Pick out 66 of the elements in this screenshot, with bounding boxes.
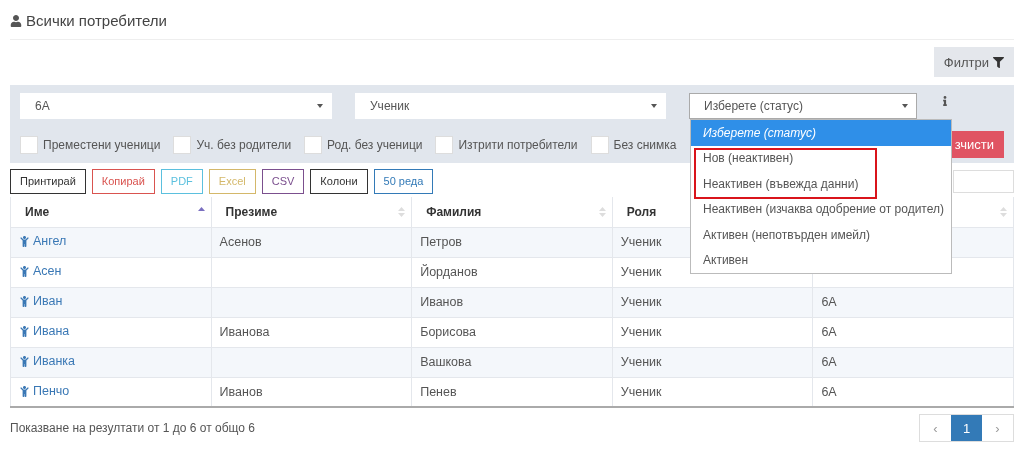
caret-icon	[317, 104, 323, 108]
page-title: Всички потребители	[26, 12, 167, 29]
checkbox-label: Уч. без родители	[196, 137, 292, 152]
checkbox[interactable]	[590, 135, 609, 154]
table-cell: Борисова	[420, 325, 477, 339]
export-button[interactable]: CSV	[261, 168, 305, 194]
child-icon	[19, 295, 30, 307]
table-cell: 6А	[821, 384, 837, 399]
checkbox[interactable]	[435, 135, 454, 154]
checkbox-label: Преместени ученици	[43, 137, 161, 152]
user-link[interactable]: Ангел	[19, 234, 67, 249]
table-cell: Ученик	[620, 295, 662, 309]
table-cell: Асенов	[219, 235, 262, 249]
child-icon	[19, 355, 30, 367]
child-icon	[19, 385, 30, 397]
user-icon	[10, 14, 22, 27]
table-cell: Иванова	[219, 325, 270, 339]
column-header[interactable]: Роля	[626, 204, 657, 219]
user-link[interactable]: Иван	[19, 294, 63, 309]
table-cell: 6А	[821, 295, 837, 309]
caret-icon	[902, 104, 908, 108]
table-cell: Иванов	[420, 295, 464, 309]
checkbox[interactable]	[173, 135, 192, 154]
checkbox-label: Без снимка	[613, 137, 677, 152]
table-cell: Ученик	[620, 235, 662, 249]
checkbox-label: Род. без ученици	[327, 137, 423, 152]
filters-button[interactable]: Филтри	[933, 47, 1014, 77]
table-cell: 6А	[821, 355, 837, 369]
child-icon	[19, 265, 30, 277]
table-cell: Йорданов	[420, 265, 478, 279]
user-link[interactable]: Ивана	[19, 324, 70, 339]
export-button[interactable]: Принтирай	[10, 168, 86, 194]
dropdown-option[interactable]: Изберете (статус)	[691, 120, 951, 146]
column-header[interactable]: Презиме	[225, 204, 278, 219]
column-header[interactable]: Име	[25, 204, 50, 219]
info-icon[interactable]	[940, 96, 950, 106]
results-summary: Показване на резултати от 1 до 6 от общо 6	[10, 421, 255, 435]
checkbox[interactable]	[20, 135, 38, 154]
child-icon	[19, 325, 30, 337]
checkbox-label: Изтрити потребители	[458, 137, 578, 152]
select-field[interactable]: Изберете (статус)	[689, 93, 917, 119]
table-cell: Ученик	[620, 265, 662, 279]
user-link[interactable]: Пенчо	[19, 384, 70, 398]
table-cell: Ученик	[620, 355, 662, 369]
user-link[interactable]: Асен	[19, 264, 62, 279]
table-cell: 6А	[821, 325, 837, 339]
export-button[interactable]: Колони	[310, 168, 368, 194]
clear-button[interactable]: зчисти	[950, 131, 1004, 158]
column-header[interactable]: Фамилия	[426, 204, 482, 219]
search-field[interactable]	[953, 169, 1014, 193]
export-button[interactable]: 50 реда	[373, 168, 434, 194]
select-field[interactable]: 6А	[20, 93, 332, 119]
filter-icon	[993, 56, 1004, 68]
user-link[interactable]: Иванка	[19, 354, 76, 369]
caret-icon	[651, 104, 657, 108]
select-field[interactable]: Ученик	[355, 93, 666, 119]
table-cell: Ученик	[620, 384, 662, 399]
table-cell: Пенев	[420, 384, 457, 399]
table-cell: Вашкова	[420, 355, 472, 369]
child-icon	[19, 235, 30, 247]
checkbox[interactable]	[304, 135, 323, 154]
page-button[interactable]: 1	[951, 415, 982, 441]
table-cell: Ученик	[620, 325, 662, 339]
table-cell: Петров	[420, 235, 462, 249]
export-button[interactable]: Копирай	[91, 168, 155, 194]
table-cell: Иванов	[219, 384, 263, 399]
